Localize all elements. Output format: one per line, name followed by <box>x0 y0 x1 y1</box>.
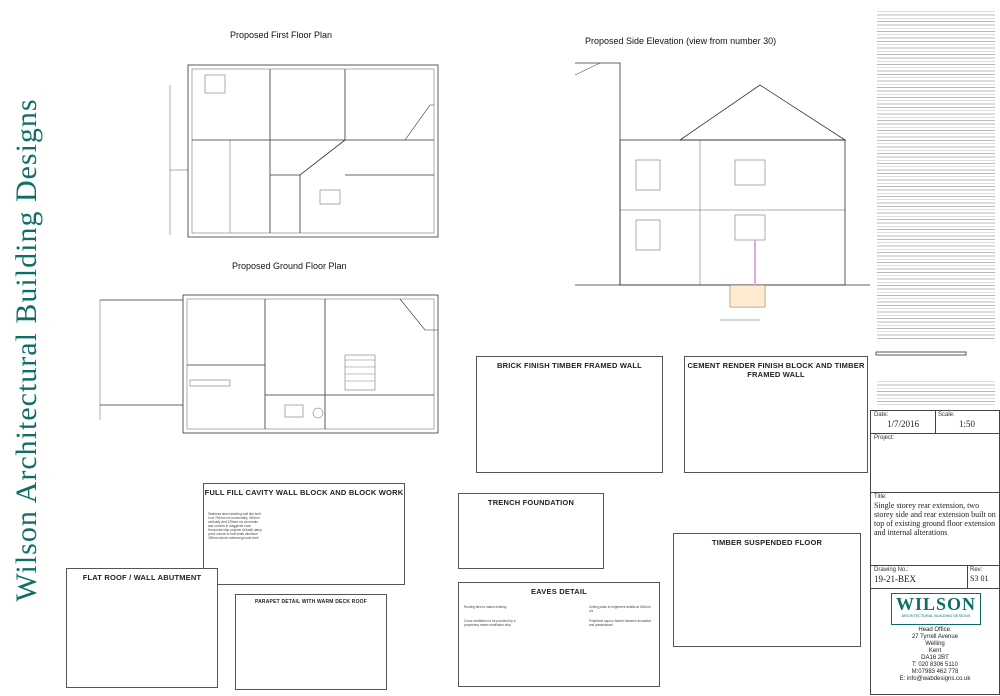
flat-roof-abutment-detail: FLAT ROOF / WALL ABUTMENT <box>66 568 218 688</box>
address-line: 27 Tyrrell Avenue <box>911 634 959 640</box>
revision-cell: Rev: S3 01 <box>967 566 999 588</box>
head-office-label: Head Office: <box>918 627 952 633</box>
trench-foundation-detail: TRENCH FOUNDATION <box>458 493 604 569</box>
cavity-notes: Stainless steel retaining wall ties buil… <box>208 512 274 540</box>
company-logo: WILSON ARCHITECTURAL BUILDING DESIGNS <box>891 593 981 625</box>
eaves-note: Ceiling joists to engineers details at 4… <box>589 605 651 613</box>
date-scale-row: Date: 1/7/2016 Scale: 1:50 <box>870 410 1000 434</box>
render-timber-wall-detail: CEMENT RENDER FINISH BLOCK AND TIMBER FR… <box>684 356 868 473</box>
parapet-detail-title: PARAPET DETAIL WITH WARM DECK ROOF <box>254 599 368 605</box>
address-line: Welling <box>925 641 945 647</box>
logo-text: WILSON <box>895 594 977 614</box>
drawing-no-value: 19-21-BEX <box>874 574 916 584</box>
company-contact: Head Office: 27 Tyrrell Avenue Welling K… <box>871 627 999 683</box>
eaves-detail: EAVES DETAIL Roofing tiles to match exis… <box>458 582 660 687</box>
drawing-number-row: Drawing No.: 19-21-BEX Rev: S3 01 <box>870 565 1000 589</box>
eaves-notes-left: Roofing tiles to match existing Cross ve… <box>464 605 524 627</box>
drawing-title: Single storey rear extension, two storey… <box>874 501 996 537</box>
brick-timber-wall-detail: BRICK FINISH TIMBER FRAMED WALL <box>476 356 663 473</box>
date-label: Date: <box>874 412 889 418</box>
company-block: WILSON ARCHITECTURAL BUILDING DESIGNS He… <box>870 588 1000 695</box>
trench-detail-title: TRENCH FOUNDATION <box>487 498 575 507</box>
eaves-notes-right: Ceiling joists to engineers details at 4… <box>589 605 655 627</box>
eaves-detail-title: EAVES DETAIL <box>531 587 587 596</box>
rev-value: S3 01 <box>970 574 989 583</box>
cavity-note: 150mm above external ground level <box>208 536 259 540</box>
title-cell: Title: Single storey rear extension, two… <box>870 492 1000 566</box>
scale-cell: Scale: 1:50 <box>935 411 999 433</box>
brick-detail-title: BRICK FINISH TIMBER FRAMED WALL <box>497 361 642 370</box>
timber-floor-detail-title: TIMBER SUSPENDED FLOOR <box>711 538 823 547</box>
mobile: M:07983 462 778 <box>911 669 959 675</box>
telephone: T: 020 8306 5110 <box>912 662 958 668</box>
render-detail-title: CEMENT RENDER FINISH BLOCK AND TIMBER FR… <box>687 361 865 379</box>
specification-notes <box>877 10 995 410</box>
project-cell: Project: <box>870 433 1000 493</box>
ground-floor-outline <box>182 294 439 434</box>
title-label: Title: <box>874 494 887 500</box>
cavity-detail-title: FULL FILL CAVITY WALL BLOCK AND BLOCK WO… <box>204 488 404 497</box>
parapet-detail: PARAPET DETAIL WITH WARM DECK ROOF <box>235 594 387 690</box>
scale-value: 1:50 <box>958 419 975 429</box>
logo-tagline: ARCHITECTURAL BUILDING DESIGNS <box>901 614 971 618</box>
flat-roof-detail-title: FLAT ROOF / WALL ABUTMENT <box>82 573 202 582</box>
eaves-note: Polythene vapour barrier between insulat… <box>589 619 652 627</box>
scale-label: Scale: <box>938 412 955 418</box>
eaves-note: Roofing tiles to match existing <box>464 605 507 609</box>
timber-floor-detail: TIMBER SUSPENDED FLOOR <box>673 533 861 647</box>
first-floor-outline <box>187 64 439 238</box>
drawing-number-cell: Drawing No.: 19-21-BEX <box>871 566 968 588</box>
cavity-wall-detail: FULL FILL CAVITY WALL BLOCK AND BLOCK WO… <box>203 483 405 585</box>
rev-label: Rev: <box>970 567 983 573</box>
eaves-note: Cross ventilation to be provided by a pr… <box>464 619 516 627</box>
address-line: DA16 2BT <box>921 655 949 661</box>
address-line: Kent <box>928 648 942 654</box>
date-cell: Date: 1/7/2016 <box>871 411 936 433</box>
project-label: Project: <box>874 435 895 441</box>
drawing-no-label: Drawing No.: <box>874 567 909 573</box>
email: E: info@wabdesigns.co.uk <box>899 676 971 682</box>
date-value: 1/7/2016 <box>886 419 919 429</box>
